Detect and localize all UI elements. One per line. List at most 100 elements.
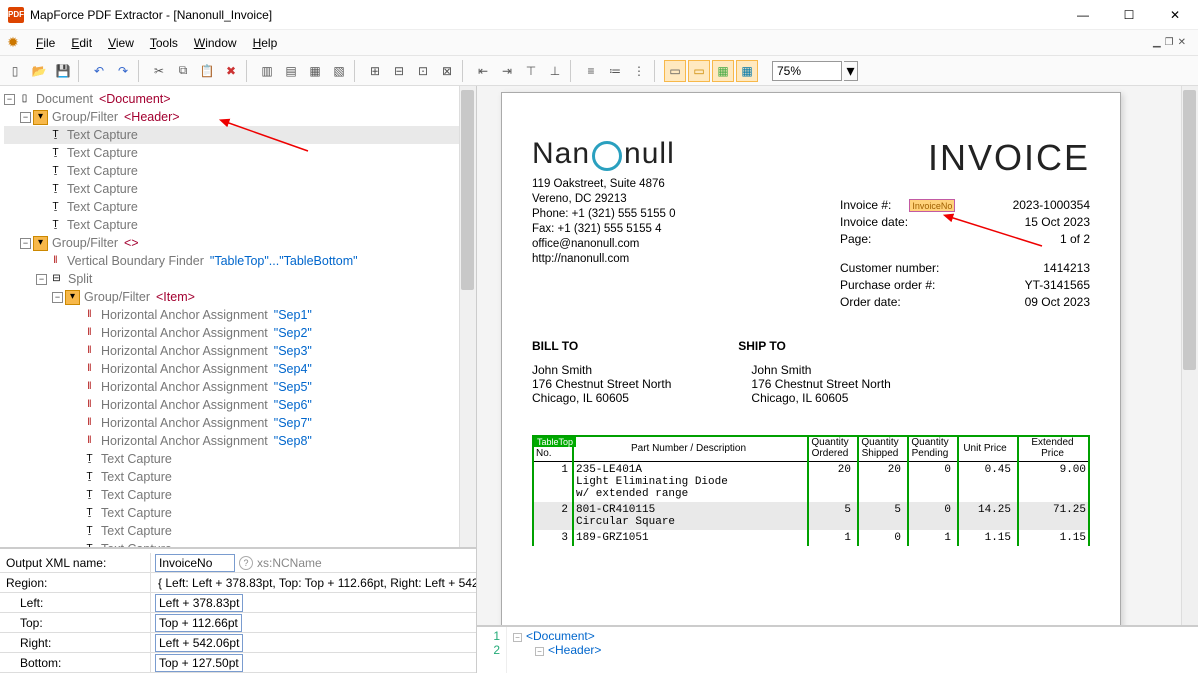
copy-button[interactable]: ⧉ bbox=[172, 60, 194, 82]
view1-button[interactable]: ▭ bbox=[664, 60, 686, 82]
table-overlay-line bbox=[1017, 435, 1019, 546]
fold-icon[interactable]: − bbox=[535, 647, 544, 656]
collapse-icon[interactable]: − bbox=[36, 274, 47, 285]
tree-item-group[interactable]: − ▾ Group/Filter <Item> bbox=[4, 288, 476, 306]
invoice-title: INVOICE bbox=[840, 137, 1090, 179]
layout2-button[interactable]: ⊟ bbox=[388, 60, 410, 82]
tree-text-capture[interactable]: ṮText Capture bbox=[4, 540, 476, 547]
tree-text-capture[interactable]: ṮText Capture bbox=[4, 126, 476, 144]
table-overlay-line bbox=[532, 435, 534, 546]
mdi-restore-icon[interactable]: ❐ bbox=[1165, 37, 1174, 48]
tree-text-capture[interactable]: ṮText Capture bbox=[4, 162, 476, 180]
pdf-preview[interactable]: Nannull 119 Oakstreet, Suite 4876 Vereno… bbox=[477, 86, 1198, 625]
tree-text-capture[interactable]: ṮText Capture bbox=[4, 450, 476, 468]
collapse-icon[interactable]: − bbox=[20, 238, 31, 249]
tree-anchor-assignment[interactable]: ‖Horizontal Anchor Assignment"Sep4" bbox=[4, 360, 476, 378]
list1-button[interactable]: ≡ bbox=[580, 60, 602, 82]
view4-button[interactable]: ▦ bbox=[736, 60, 758, 82]
tree-anchor-assignment[interactable]: ‖Horizontal Anchor Assignment"Sep1" bbox=[4, 306, 476, 324]
tree-text-capture[interactable]: ṮText Capture bbox=[4, 468, 476, 486]
tool4-button[interactable]: ▧ bbox=[328, 60, 350, 82]
tree-group2[interactable]: − ▾ Group/Filter <> bbox=[4, 234, 476, 252]
minimize-button[interactable]: — bbox=[1060, 0, 1106, 30]
save-button[interactable]: 💾 bbox=[52, 60, 74, 82]
help-icon[interactable]: ? bbox=[239, 556, 253, 570]
prop-left-input[interactable]: Left + 378.83pt bbox=[155, 594, 243, 612]
tree-anchor-assignment[interactable]: ‖Horizontal Anchor Assignment"Sep3" bbox=[4, 342, 476, 360]
view3-button[interactable]: ▦ bbox=[712, 60, 734, 82]
fold-icon[interactable]: − bbox=[513, 633, 522, 642]
menu-file[interactable]: File bbox=[28, 33, 63, 53]
menu-view[interactable]: View bbox=[100, 33, 142, 53]
tree-text-capture[interactable]: ṮText Capture bbox=[4, 522, 476, 540]
collapse-icon[interactable]: − bbox=[20, 112, 31, 123]
anchor-icon: ‖ bbox=[82, 398, 97, 413]
table-overlay-line bbox=[572, 435, 574, 546]
prop-top-input[interactable]: Top + 112.66pt bbox=[155, 614, 242, 632]
menu-help[interactable]: Help bbox=[245, 33, 286, 53]
align4-button[interactable]: ⊥ bbox=[544, 60, 566, 82]
prop-outputname-input[interactable]: InvoiceNo bbox=[155, 554, 235, 572]
tree-text-capture[interactable]: ṮText Capture bbox=[4, 504, 476, 522]
tree-text-capture[interactable]: ṮText Capture bbox=[4, 144, 476, 162]
prop-top-label: Top: bbox=[0, 616, 150, 630]
tool3-button[interactable]: ▦ bbox=[304, 60, 326, 82]
new-button[interactable]: ▯ bbox=[4, 60, 26, 82]
align1-button[interactable]: ⇤ bbox=[472, 60, 494, 82]
prop-bottom-input[interactable]: Top + 127.50pt bbox=[155, 654, 243, 672]
tree-vbf[interactable]: ‖ Vertical Boundary Finder "TableTop"...… bbox=[4, 252, 476, 270]
tree-anchor-assignment[interactable]: ‖Horizontal Anchor Assignment"Sep5" bbox=[4, 378, 476, 396]
redo-button[interactable]: ↷ bbox=[112, 60, 134, 82]
collapse-icon[interactable]: − bbox=[4, 94, 15, 105]
align2-button[interactable]: ⇥ bbox=[496, 60, 518, 82]
logo: Nannull bbox=[532, 137, 676, 171]
layout3-button[interactable]: ⊡ bbox=[412, 60, 434, 82]
delete-button[interactable]: ✖ bbox=[220, 60, 242, 82]
list3-button[interactable]: ⋮ bbox=[628, 60, 650, 82]
invoice-meta: Invoice #: InvoiceNo 2023-1000354 Invoic… bbox=[840, 197, 1090, 311]
group-button[interactable]: ▥ bbox=[256, 60, 278, 82]
layout1-button[interactable]: ⊞ bbox=[364, 60, 386, 82]
ungroup-button[interactable]: ▤ bbox=[280, 60, 302, 82]
table-overlay-line bbox=[1088, 435, 1090, 546]
list2-button[interactable]: ≔ bbox=[604, 60, 626, 82]
tree-pane[interactable]: − ▯ Document <Document> − ▾ Group/Filter… bbox=[0, 86, 476, 547]
cut-button[interactable]: ✂ bbox=[148, 60, 170, 82]
menu-tools[interactable]: Tools bbox=[142, 33, 186, 53]
tree-text-capture[interactable]: ṮText Capture bbox=[4, 198, 476, 216]
prop-right-input[interactable]: Left + 542.06pt bbox=[155, 634, 243, 652]
tree-anchor-assignment[interactable]: ‖Horizontal Anchor Assignment"Sep6" bbox=[4, 396, 476, 414]
collapse-icon[interactable]: − bbox=[52, 292, 63, 303]
tree-document[interactable]: − ▯ Document <Document> bbox=[4, 90, 476, 108]
zoom-dropdown-icon[interactable]: ▾ bbox=[844, 61, 858, 81]
tree-header-group[interactable]: − ▾ Group/Filter <Header> bbox=[4, 108, 476, 126]
tree-anchor-assignment[interactable]: ‖Horizontal Anchor Assignment"Sep7" bbox=[4, 414, 476, 432]
tree-text-capture[interactable]: ṮText Capture bbox=[4, 216, 476, 234]
table-overlay-line bbox=[957, 435, 959, 546]
tree-text-capture[interactable]: ṮText Capture bbox=[4, 180, 476, 198]
menu-edit[interactable]: Edit bbox=[63, 33, 100, 53]
tree-split[interactable]: − ⊟ Split bbox=[4, 270, 476, 288]
capture-highlight: InvoiceNo bbox=[909, 199, 955, 212]
view2-button[interactable]: ▭ bbox=[688, 60, 710, 82]
tree-anchor-assignment[interactable]: ‖Horizontal Anchor Assignment"Sep2" bbox=[4, 324, 476, 342]
layout4-button[interactable]: ⊠ bbox=[436, 60, 458, 82]
tree-scrollbar[interactable] bbox=[459, 86, 476, 547]
xml-output-pane[interactable]: 12 −<Document> −<Header> bbox=[477, 625, 1198, 673]
mdi-close-icon[interactable]: ✕ bbox=[1178, 37, 1186, 48]
close-button[interactable]: ✕ bbox=[1152, 0, 1198, 30]
maximize-button[interactable]: ☐ bbox=[1106, 0, 1152, 30]
preview-scrollbar[interactable] bbox=[1181, 86, 1198, 625]
app-icon: PDF bbox=[8, 7, 24, 23]
tree-anchor-assignment[interactable]: ‖Horizontal Anchor Assignment"Sep8" bbox=[4, 432, 476, 450]
table-overlay-line bbox=[907, 435, 909, 546]
mdi-minimize-icon[interactable]: ▁ bbox=[1153, 37, 1161, 48]
undo-button[interactable]: ↶ bbox=[88, 60, 110, 82]
tree-text-capture[interactable]: ṮText Capture bbox=[4, 486, 476, 504]
align3-button[interactable]: ⊤ bbox=[520, 60, 542, 82]
capture-icon: Ṯ bbox=[82, 542, 97, 548]
open-button[interactable]: 📂 bbox=[28, 60, 50, 82]
menu-window[interactable]: Window bbox=[186, 33, 245, 53]
paste-button[interactable]: 📋 bbox=[196, 60, 218, 82]
zoom-input[interactable]: 75% bbox=[772, 61, 842, 81]
